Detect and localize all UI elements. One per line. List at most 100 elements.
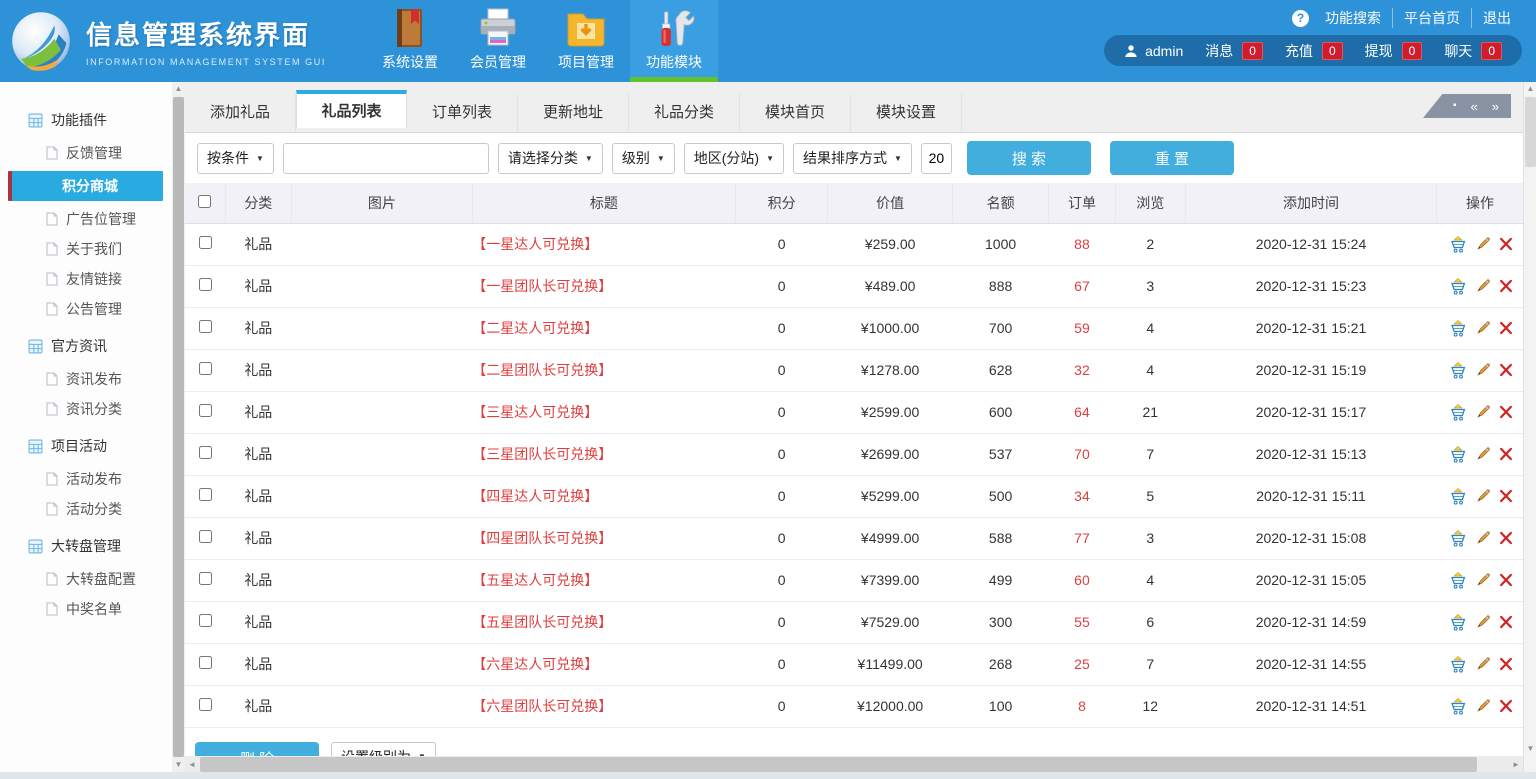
logo-link[interactable]: 信息管理系统界面 INFORMATION MANAGEMENT SYSTEM G…: [0, 0, 326, 82]
page-size-input[interactable]: [921, 143, 952, 174]
tab-3[interactable]: 更新地址: [518, 94, 629, 132]
gift-title-link[interactable]: 【一星达人可兑换】: [472, 236, 598, 252]
gift-title-link[interactable]: 【一星团队长可兑换】: [472, 278, 612, 294]
row-checkbox[interactable]: [199, 404, 212, 417]
delete-icon[interactable]: [1499, 321, 1513, 335]
delete-icon[interactable]: [1499, 699, 1513, 713]
category-select[interactable]: 请选择分类▼: [498, 143, 603, 174]
nav-item-1[interactable]: 会员管理: [454, 0, 542, 82]
delete-icon[interactable]: [1499, 405, 1513, 419]
cart-icon[interactable]: [1449, 404, 1467, 421]
scroll-down-icon[interactable]: ▼: [1524, 744, 1536, 753]
scroll-up-icon[interactable]: ▲: [1524, 84, 1536, 93]
cart-icon[interactable]: [1449, 614, 1467, 631]
user-stat-3[interactable]: 聊天0: [1444, 41, 1502, 61]
sidebar-item-0-2[interactable]: 广告位管理: [0, 204, 172, 234]
edit-icon[interactable]: [1475, 278, 1491, 294]
nav-item-2[interactable]: 项目管理: [542, 0, 630, 82]
tabs-prev-icon[interactable]: «: [1471, 100, 1478, 113]
gift-title-link[interactable]: 【四星团队长可兑换】: [472, 530, 612, 546]
cart-icon[interactable]: [1449, 572, 1467, 589]
region-select[interactable]: 地区(分站)▼: [684, 143, 784, 174]
sidebar-item-0-1[interactable]: 积分商城: [8, 171, 163, 201]
scrollbar-thumb[interactable]: [173, 97, 184, 757]
row-checkbox[interactable]: [199, 530, 212, 543]
scroll-down-icon[interactable]: ▼: [172, 760, 185, 769]
sidebar-item-3-0[interactable]: 大转盘配置: [0, 564, 172, 594]
select-all-checkbox[interactable]: [198, 195, 211, 208]
edit-icon[interactable]: [1475, 698, 1491, 714]
keyword-input[interactable]: [283, 143, 489, 174]
user-stat-1[interactable]: 充值0: [1285, 41, 1343, 61]
condition-select[interactable]: 按条件▼: [197, 143, 274, 174]
cart-icon[interactable]: [1449, 488, 1467, 505]
nav-item-3[interactable]: 功能模块: [630, 0, 718, 82]
sort-select[interactable]: 结果排序方式▼: [793, 143, 912, 174]
gift-title-link[interactable]: 【六星团队长可兑换】: [472, 698, 612, 714]
sidebar-item-0-4[interactable]: 友情链接: [0, 264, 172, 294]
scroll-up-icon[interactable]: ▲: [172, 84, 185, 93]
edit-icon[interactable]: [1475, 404, 1491, 420]
gift-title-link[interactable]: 【四星达人可兑换】: [472, 488, 598, 504]
cart-icon[interactable]: [1449, 446, 1467, 463]
row-checkbox[interactable]: [199, 614, 212, 627]
scroll-left-icon[interactable]: ◄: [185, 756, 199, 773]
nav-item-0[interactable]: 系统设置: [366, 0, 454, 82]
tab-0[interactable]: 添加礼品: [185, 94, 296, 132]
delete-icon[interactable]: [1499, 657, 1513, 671]
gift-title-link[interactable]: 【三星达人可兑换】: [472, 404, 598, 420]
delete-icon[interactable]: [1499, 489, 1513, 503]
user-menu[interactable]: admin: [1124, 43, 1183, 59]
row-checkbox[interactable]: [199, 236, 212, 249]
edit-icon[interactable]: [1475, 362, 1491, 378]
row-checkbox[interactable]: [199, 488, 212, 501]
delete-icon[interactable]: [1499, 615, 1513, 629]
cart-icon[interactable]: [1449, 236, 1467, 253]
tab-2[interactable]: 订单列表: [407, 94, 518, 132]
tab-6[interactable]: 模块设置: [851, 94, 962, 132]
gift-title-link[interactable]: 【二星团队长可兑换】: [472, 362, 612, 378]
scroll-right-icon[interactable]: ►: [1509, 756, 1523, 773]
tab-list-icon[interactable]: ▪: [1453, 101, 1457, 111]
user-stat-0[interactable]: 消息0: [1205, 41, 1263, 61]
edit-icon[interactable]: [1475, 530, 1491, 546]
cart-icon[interactable]: [1449, 362, 1467, 379]
row-checkbox[interactable]: [199, 698, 212, 711]
delete-icon[interactable]: [1499, 279, 1513, 293]
tab-4[interactable]: 礼品分类: [629, 94, 740, 132]
cart-icon[interactable]: [1449, 656, 1467, 673]
help-icon[interactable]: ?: [1292, 10, 1309, 27]
row-checkbox[interactable]: [199, 656, 212, 669]
edit-icon[interactable]: [1475, 656, 1491, 672]
row-checkbox[interactable]: [199, 278, 212, 291]
sidebar-item-2-1[interactable]: 活动分类: [0, 494, 172, 524]
tabs-next-icon[interactable]: »: [1492, 100, 1499, 113]
gift-title-link[interactable]: 【六星达人可兑换】: [472, 656, 598, 672]
user-stat-2[interactable]: 提现0: [1365, 41, 1423, 61]
cart-icon[interactable]: [1449, 530, 1467, 547]
tab-5[interactable]: 模块首页: [740, 94, 851, 132]
gift-title-link[interactable]: 【三星团队长可兑换】: [472, 446, 612, 462]
sidebar-item-0-3[interactable]: 关于我们: [0, 234, 172, 264]
sidebar-item-0-5[interactable]: 公告管理: [0, 294, 172, 324]
sidebar-item-1-1[interactable]: 资讯分类: [0, 394, 172, 424]
cart-icon[interactable]: [1449, 278, 1467, 295]
sidebar-item-3-1[interactable]: 中奖名单: [0, 594, 172, 624]
delete-icon[interactable]: [1499, 447, 1513, 461]
row-checkbox[interactable]: [199, 572, 212, 585]
scrollbar-thumb[interactable]: [1525, 97, 1536, 167]
delete-icon[interactable]: [1499, 237, 1513, 251]
sidebar-group-0[interactable]: 功能插件: [28, 108, 172, 132]
row-checkbox[interactable]: [199, 362, 212, 375]
sidebar-group-3[interactable]: 大转盘管理: [28, 534, 172, 558]
sidebar-item-1-0[interactable]: 资讯发布: [0, 364, 172, 394]
sidebar-item-0-0[interactable]: 反馈管理: [0, 138, 172, 168]
delete-icon[interactable]: [1499, 363, 1513, 377]
top-link-0[interactable]: 功能搜索: [1314, 8, 1392, 28]
edit-icon[interactable]: [1475, 614, 1491, 630]
edit-icon[interactable]: [1475, 572, 1491, 588]
hscrollbar-thumb[interactable]: [200, 757, 1477, 772]
delete-icon[interactable]: [1499, 531, 1513, 545]
row-checkbox[interactable]: [199, 320, 212, 333]
gift-title-link[interactable]: 【二星达人可兑换】: [472, 320, 598, 336]
